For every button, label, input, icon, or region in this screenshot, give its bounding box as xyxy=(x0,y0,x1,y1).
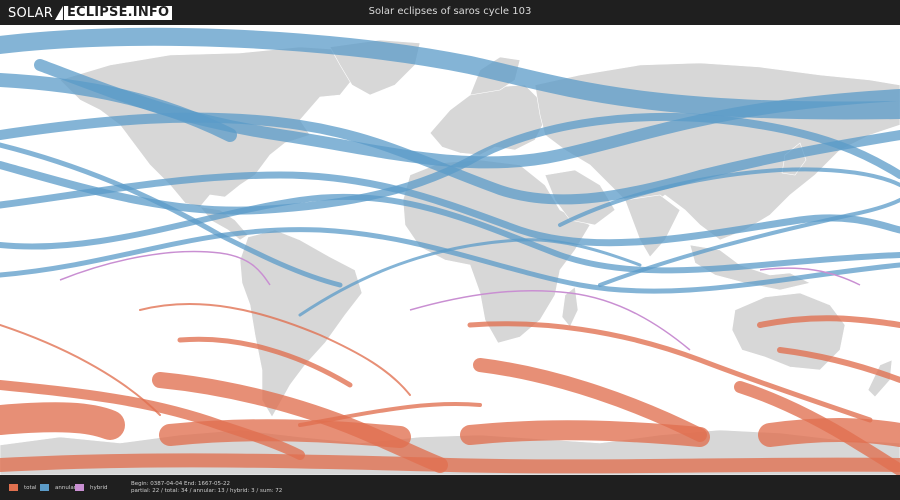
legend-annular-swatch xyxy=(40,484,49,491)
legend-total-swatch xyxy=(9,484,18,491)
total-path xyxy=(460,420,710,447)
total-path xyxy=(758,418,900,447)
legend-total: total xyxy=(9,484,37,491)
map-svg xyxy=(0,27,900,475)
page-title: Solar eclipses of saros cycle 103 xyxy=(368,6,532,17)
legend-hybrid-label: hybrid xyxy=(90,484,108,491)
date-range-text: Begin: 0387-04-04 End: 1667-05-22 xyxy=(131,481,230,487)
land-europe xyxy=(429,84,546,156)
total-path xyxy=(0,402,125,440)
legend-hybrid-swatch xyxy=(75,484,84,491)
eclipse-path-map xyxy=(0,25,900,475)
legend-annular: annular xyxy=(40,484,76,491)
total-path xyxy=(159,419,411,448)
legend-annular-label: annular xyxy=(55,484,76,491)
total-path xyxy=(0,453,900,474)
eclipse-counts-text: partial: 22 / total: 34 / annular: 13 / … xyxy=(131,488,283,494)
top-bar: SOLAR ECLIPSE.INFO Solar eclipses of sar… xyxy=(0,0,900,25)
footer-bar: total annular hybrid Begin: 0387-04-04 E… xyxy=(0,475,900,500)
land-india xyxy=(624,194,681,258)
legend-hybrid: hybrid xyxy=(75,484,108,491)
hybrid-path xyxy=(59,250,271,286)
legend-total-label: total xyxy=(24,484,37,491)
